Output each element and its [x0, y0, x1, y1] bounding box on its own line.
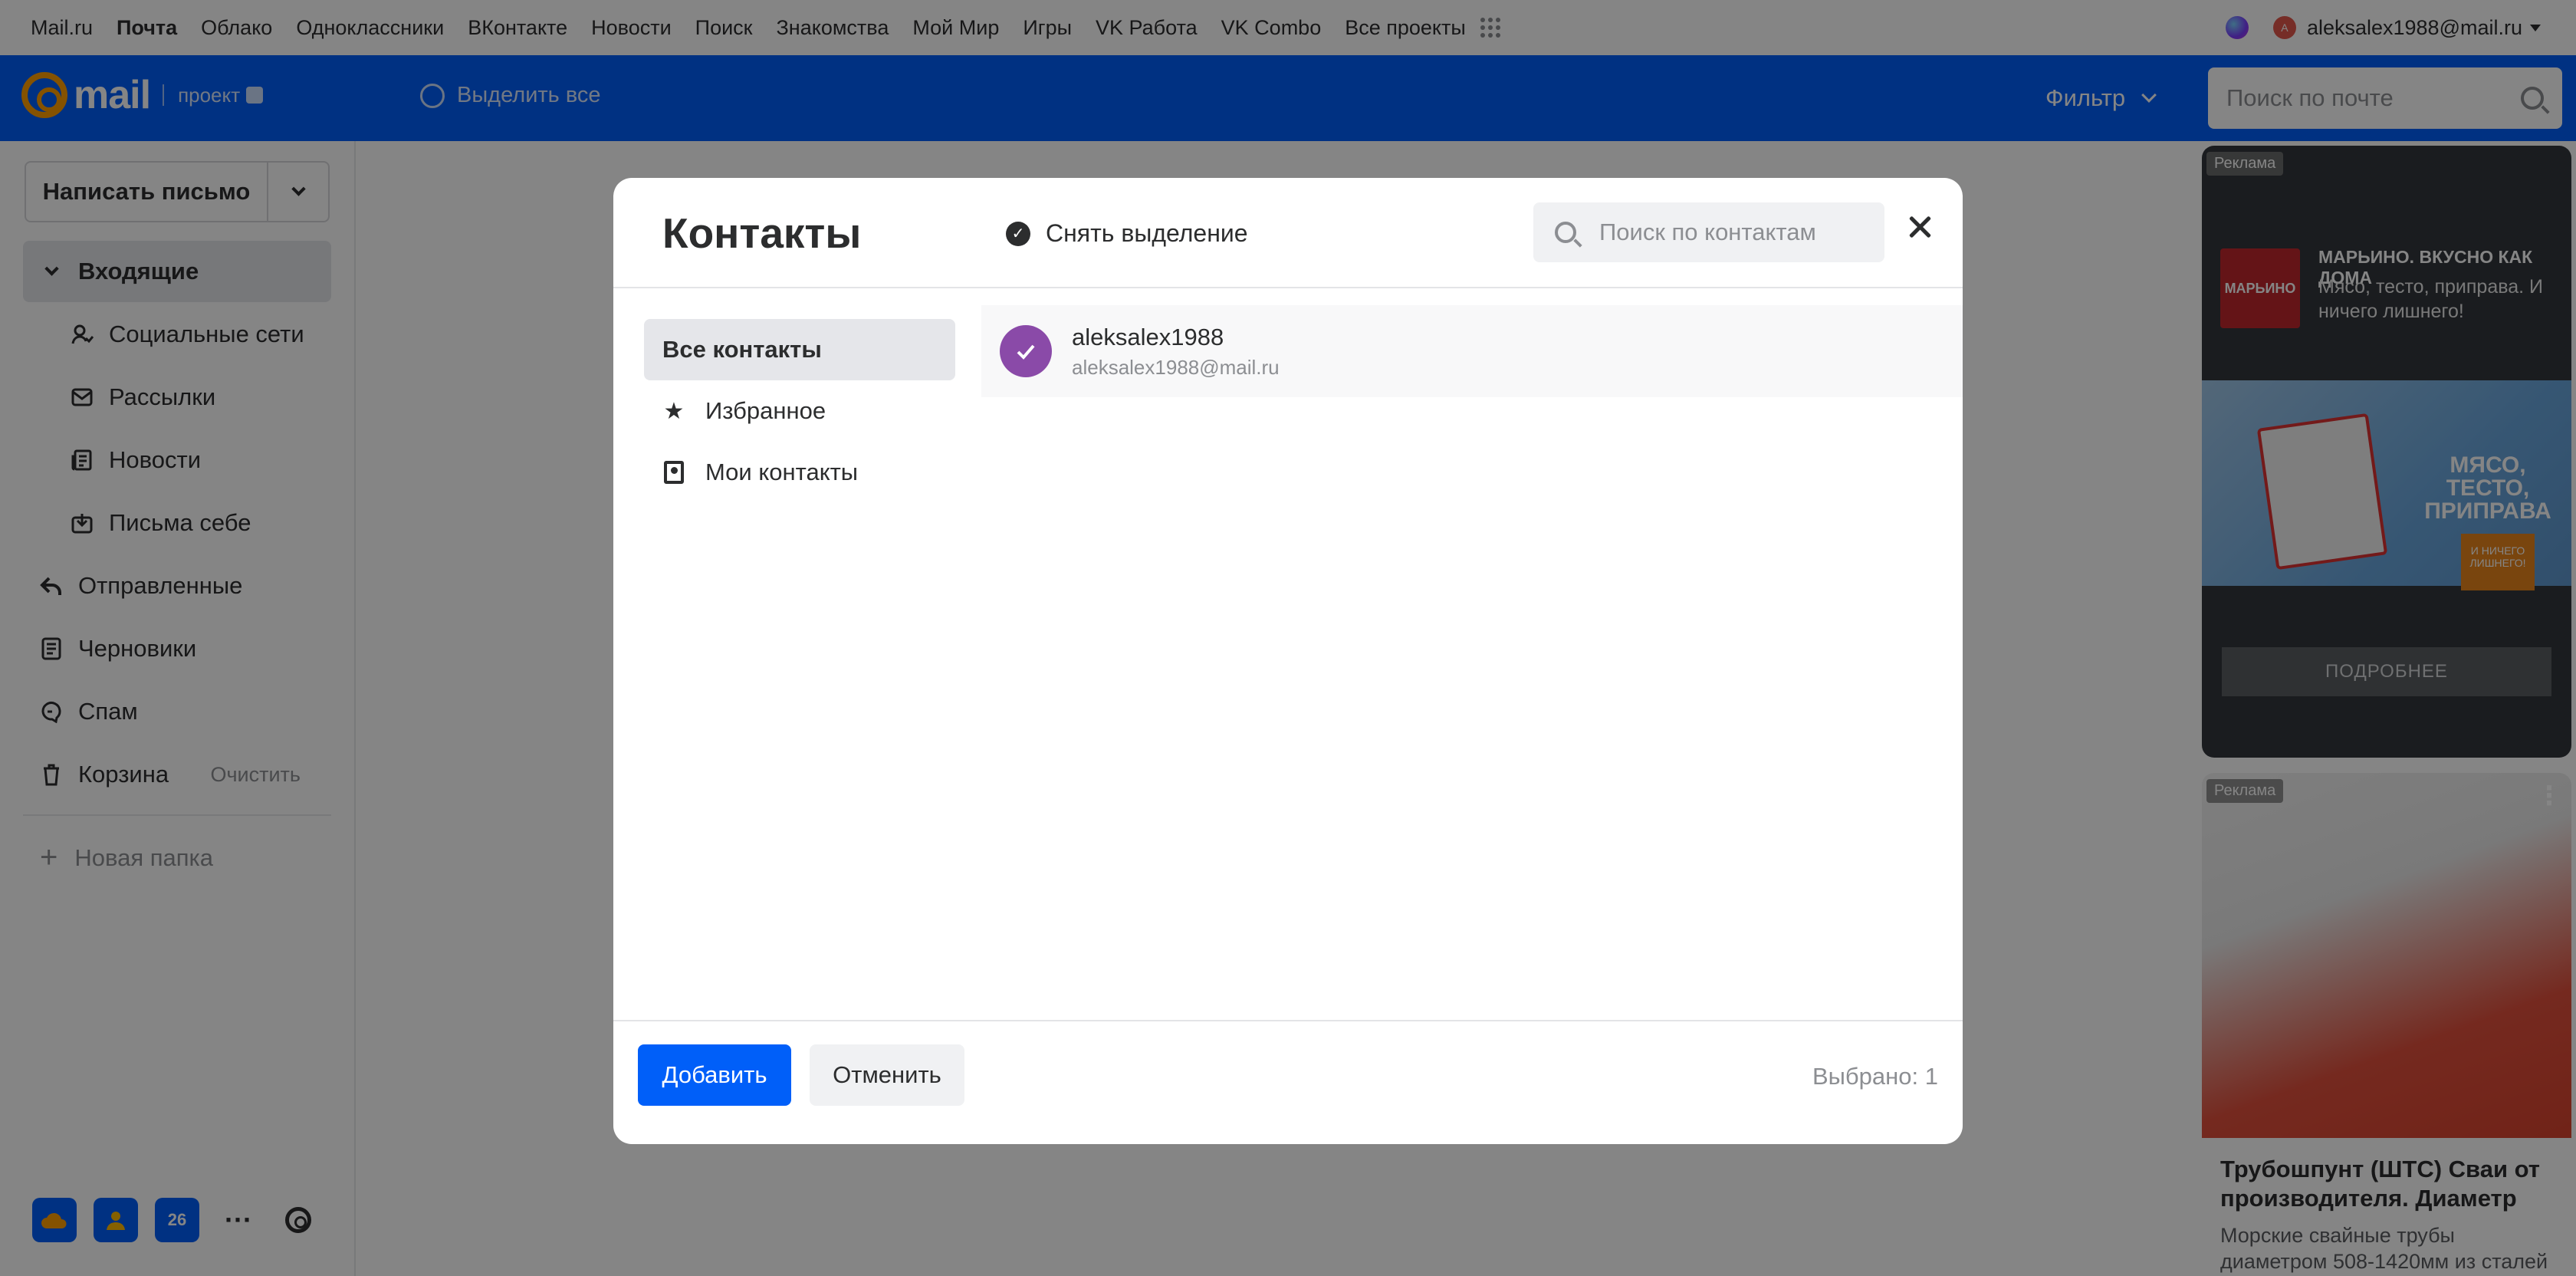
nav-favorites[interactable]: ★ Избранное: [644, 380, 955, 442]
contact-email: aleksalex1988@mail.ru: [1072, 355, 1280, 379]
check-circle-icon: ✓: [1006, 221, 1030, 246]
nav-label: Все контакты: [662, 336, 822, 363]
modal-title: Контакты: [662, 209, 862, 257]
nav-my-contacts[interactable]: Мои контакты: [644, 442, 955, 503]
contacts-nav: Все контакты ★ Избранное Мои контакты: [644, 319, 955, 503]
selected-count: Выбрано: 1: [1812, 1063, 1938, 1090]
contact-row[interactable]: aleksalex1988 aleksalex1988@mail.ru: [981, 305, 1963, 397]
contact-avatar[interactable]: [1000, 325, 1052, 377]
nav-label: Избранное: [705, 397, 826, 424]
contact-info: aleksalex1988 aleksalex1988@mail.ru: [1072, 324, 1280, 380]
modal-header-divider: [613, 287, 1963, 288]
star-icon: ★: [663, 398, 685, 424]
nav-all-contacts[interactable]: Все контакты: [644, 319, 955, 380]
cancel-button[interactable]: Отменить: [810, 1044, 964, 1106]
add-button[interactable]: Добавить: [638, 1044, 791, 1106]
contacts-search[interactable]: [1533, 202, 1884, 262]
nav-label: Мои контакты: [705, 459, 859, 485]
contact-name: aleksalex1988: [1072, 323, 1224, 350]
modal-footer-divider: [613, 1020, 1963, 1021]
search-icon: [1555, 222, 1576, 243]
contacts-modal: Контакты ✓ Снять выделение Все контакты …: [613, 178, 1963, 1144]
close-icon[interactable]: [1904, 212, 1935, 242]
deselect-label: Снять выделение: [1046, 219, 1248, 247]
contacts-search-input[interactable]: [1599, 219, 1875, 246]
address-book-icon: [662, 461, 685, 484]
deselect-button[interactable]: ✓ Снять выделение: [1006, 219, 1248, 248]
